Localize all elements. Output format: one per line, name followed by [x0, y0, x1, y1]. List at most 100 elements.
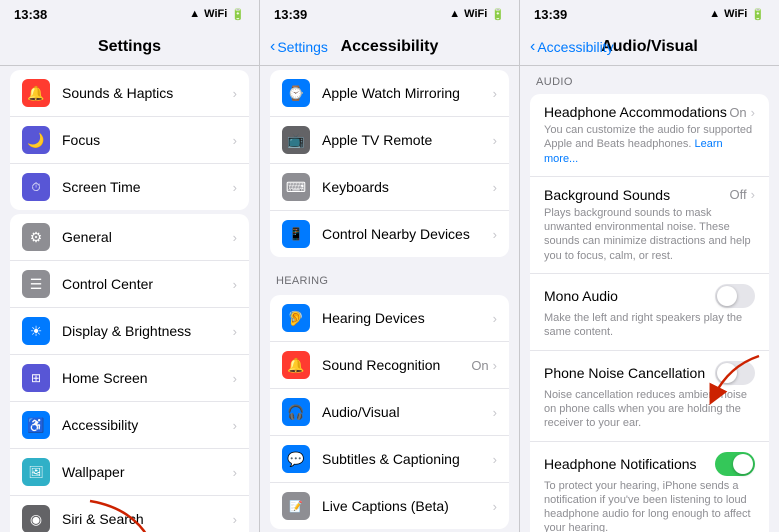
group-top-1: 🔔 Sounds & Haptics › 🌙 Focus › ⏱ Screen … [10, 70, 249, 210]
group-mid-1: ⚙ General › ☰ Control Center › ☀ Display… [10, 214, 249, 532]
settings-list-1[interactable]: 🔔 Sounds & Haptics › 🌙 Focus › ⏱ Screen … [0, 66, 259, 532]
item-live-captions[interactable]: 📝 Live Captions (Beta) › [270, 483, 509, 529]
item-headphone-acc[interactable]: Headphone Accommodations On › You can cu… [530, 94, 769, 177]
item-sounds[interactable]: 🔔 Sounds & Haptics › [10, 70, 249, 117]
noise-cancel-thumb [717, 363, 737, 383]
item-homescreen[interactable]: ⊞ Home Screen › [10, 355, 249, 402]
live-captions-label: Live Captions (Beta) [322, 498, 493, 514]
back-label-2: Settings [277, 39, 328, 55]
screentime-icon: ⏱ [22, 173, 50, 201]
sounds-chevron: › [233, 86, 237, 101]
status-bar-3: 13:39 ▲ WiFi 🔋 [520, 0, 779, 28]
screentime-label: Screen Time [62, 179, 233, 195]
applewatch-icon: ⌚ [282, 79, 310, 107]
audio-header: AUDIO [520, 66, 779, 92]
bg-sounds-desc: Plays background sounds to mask unwanted… [544, 206, 755, 263]
audiovisual-chevron: › [493, 405, 497, 420]
item-bg-sounds[interactable]: Background Sounds Off › Plays background… [530, 177, 769, 274]
bg-sounds-title: Background Sounds [544, 187, 670, 203]
headphone-acc-chevron: › [751, 105, 755, 120]
item-screentime[interactable]: ⏱ Screen Time › [10, 164, 249, 210]
item-accessibility[interactable]: ♿ Accessibility › [10, 402, 249, 449]
headphone-acc-desc: You can customize the audio for supporte… [544, 123, 755, 166]
panel-audiovisual: 13:39 ▲ WiFi 🔋 ‹ Accessibility Audio/Vis… [520, 0, 779, 532]
item-general[interactable]: ⚙ General › [10, 214, 249, 261]
settings-list-3[interactable]: AUDIO Headphone Accommodations On › You … [520, 66, 779, 532]
back-button-2[interactable]: ‹ Settings [270, 38, 328, 56]
noise-cancel-toggle[interactable] [715, 361, 755, 385]
item-appletv[interactable]: 📺 Apple TV Remote › [270, 117, 509, 164]
live-captions-icon: 📝 [282, 492, 310, 520]
appletv-chevron: › [493, 133, 497, 148]
sound-recog-value: On [471, 358, 488, 373]
audiovisual-label: Audio/Visual [322, 404, 493, 420]
panel-accessibility: 13:39 ▲ WiFi 🔋 ‹ Settings Accessibility … [260, 0, 520, 532]
general-icon: ⚙ [22, 223, 50, 251]
item-hearing-devices[interactable]: 🦻 Hearing Devices › [270, 295, 509, 342]
sound-recog-label: Sound Recognition [322, 357, 471, 373]
audiovisual-icon: 🎧 [282, 398, 310, 426]
wifi-icon: WiFi [204, 8, 227, 20]
appletv-label: Apple TV Remote [322, 132, 493, 148]
siri-label: Siri & Search [62, 511, 233, 527]
nav-title-2: Accessibility [341, 38, 439, 56]
nav-bar-2: ‹ Settings Accessibility [260, 28, 519, 66]
focus-icon: 🌙 [22, 126, 50, 154]
controlcenter-chevron: › [233, 277, 237, 292]
item-wallpaper[interactable]: 🖼 Wallpaper › [10, 449, 249, 496]
item-subtitles[interactable]: 💬 Subtitles & Captioning › [270, 436, 509, 483]
learn-more-link[interactable]: Learn more... [544, 138, 723, 164]
signal-icon: ▲ [189, 8, 200, 20]
status-time-1: 13:38 [14, 7, 47, 22]
subtitles-icon: 💬 [282, 445, 310, 473]
back-button-3[interactable]: ‹ Accessibility [530, 38, 614, 56]
homescreen-icon: ⊞ [22, 364, 50, 392]
item-controlcenter[interactable]: ☰ Control Center › [10, 261, 249, 308]
mono-audio-toggle[interactable] [715, 284, 755, 308]
homescreen-chevron: › [233, 371, 237, 386]
group-hearing: 🦻 Hearing Devices › 🔔 Sound Recognition … [270, 295, 509, 529]
mono-audio-title: Mono Audio [544, 288, 618, 304]
item-noise-cancel[interactable]: Phone Noise Cancellation Noise cancellat… [530, 351, 769, 442]
nav-title-1: Settings [98, 38, 161, 56]
keyboards-chevron: › [493, 180, 497, 195]
headphone-notif-toggle[interactable] [715, 452, 755, 476]
noise-cancel-title: Phone Noise Cancellation [544, 365, 705, 381]
wallpaper-chevron: › [233, 465, 237, 480]
accessibility-label: Accessibility [62, 417, 233, 433]
noise-cancel-desc: Noise cancellation reduces ambient noise… [544, 388, 755, 431]
item-siri[interactable]: ◉ Siri & Search › [10, 496, 249, 532]
mono-audio-thumb [717, 286, 737, 306]
battery-icon-3: 🔋 [751, 8, 765, 21]
wallpaper-label: Wallpaper [62, 464, 233, 480]
subtitles-chevron: › [493, 452, 497, 467]
sounds-icon: 🔔 [22, 79, 50, 107]
hearing-devices-label: Hearing Devices [322, 310, 493, 326]
nav-bar-3: ‹ Accessibility Audio/Visual [520, 28, 779, 66]
controlcenter-icon: ☰ [22, 270, 50, 298]
item-focus[interactable]: 🌙 Focus › [10, 117, 249, 164]
item-control-nearby[interactable]: 📱 Control Nearby Devices › [270, 211, 509, 257]
item-applewatch[interactable]: ⌚ Apple Watch Mirroring › [270, 70, 509, 117]
bg-sounds-value: Off › [730, 187, 755, 202]
settings-list-2[interactable]: ⌚ Apple Watch Mirroring › 📺 Apple TV Rem… [260, 66, 519, 532]
siri-icon: ◉ [22, 505, 50, 532]
wifi-icon-2: WiFi [464, 8, 487, 20]
status-icons-1: ▲ WiFi 🔋 [189, 8, 245, 21]
status-bar-2: 13:39 ▲ WiFi 🔋 [260, 0, 519, 28]
accessibility-chevron: › [233, 418, 237, 433]
item-mono-audio[interactable]: Mono Audio Make the left and right speak… [530, 274, 769, 351]
item-audiovisual[interactable]: 🎧 Audio/Visual › [270, 389, 509, 436]
wifi-icon-3: WiFi [724, 8, 747, 20]
back-chevron-3: ‹ [530, 38, 535, 56]
item-keyboards[interactable]: ⌨ Keyboards › [270, 164, 509, 211]
accessibility-icon: ♿ [22, 411, 50, 439]
headphone-acc-value: On › [729, 105, 755, 120]
status-icons-2: ▲ WiFi 🔋 [449, 8, 505, 21]
display-label: Display & Brightness [62, 323, 233, 339]
item-sound-recog[interactable]: 🔔 Sound Recognition On › [270, 342, 509, 389]
item-display[interactable]: ☀ Display & Brightness › [10, 308, 249, 355]
item-headphone-notif[interactable]: Headphone Notifications To protect your … [530, 442, 769, 532]
status-icons-3: ▲ WiFi 🔋 [709, 8, 765, 21]
status-time-3: 13:39 [534, 7, 567, 22]
